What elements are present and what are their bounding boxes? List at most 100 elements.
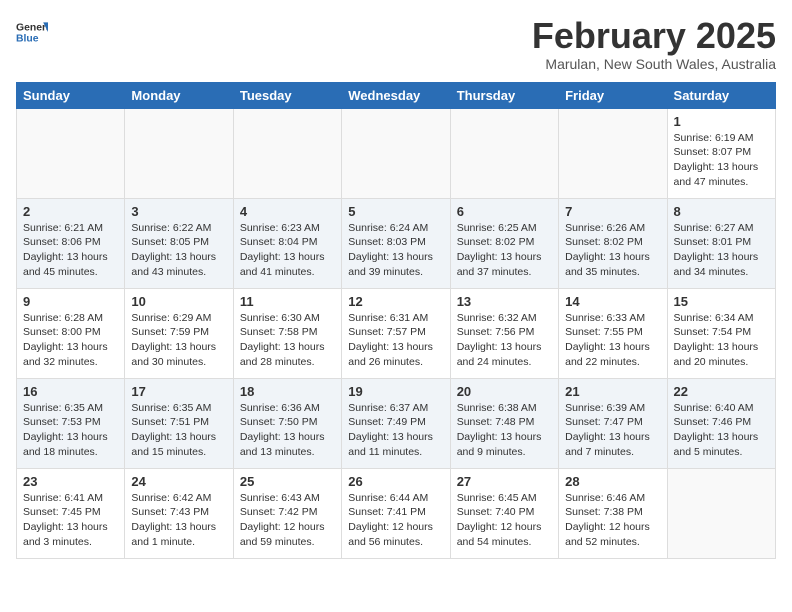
day-number: 5	[348, 204, 443, 219]
day-info: Sunrise: 6:40 AM Sunset: 7:46 PM Dayligh…	[674, 401, 769, 460]
table-row: 2 Sunrise: 6:21 AM Sunset: 8:06 PM Daylig…	[17, 198, 125, 288]
table-row: 23 Sunrise: 6:41 AM Sunset: 7:45 PM Dayli…	[17, 468, 125, 558]
table-row	[342, 108, 450, 198]
day-number: 13	[457, 294, 552, 309]
day-number: 25	[240, 474, 335, 489]
table-row: 24 Sunrise: 6:42 AM Sunset: 7:43 PM Dayli…	[125, 468, 233, 558]
day-info: Sunrise: 6:35 AM Sunset: 7:53 PM Dayligh…	[23, 401, 118, 460]
day-number: 11	[240, 294, 335, 309]
day-info: Sunrise: 6:43 AM Sunset: 7:42 PM Dayligh…	[240, 491, 335, 550]
day-info: Sunrise: 6:37 AM Sunset: 7:49 PM Dayligh…	[348, 401, 443, 460]
day-number: 20	[457, 384, 552, 399]
day-info: Sunrise: 6:23 AM Sunset: 8:04 PM Dayligh…	[240, 221, 335, 280]
day-number: 4	[240, 204, 335, 219]
table-row: 13Sunrise: 6:32 AM Sunset: 7:56 PM Dayli…	[450, 288, 558, 378]
day-info: Sunrise: 6:31 AM Sunset: 7:57 PM Dayligh…	[348, 311, 443, 370]
svg-text:Blue: Blue	[16, 34, 39, 45]
col-header-wednesday: Wednesday	[342, 82, 450, 108]
day-number: 28	[565, 474, 660, 489]
day-info: Sunrise: 6:27 AM Sunset: 8:01 PM Dayligh…	[674, 221, 769, 280]
table-row	[559, 108, 667, 198]
table-row: 22 Sunrise: 6:40 AM Sunset: 7:46 PM Dayli…	[667, 378, 775, 468]
day-info: Sunrise: 6:46 AM Sunset: 7:38 PM Dayligh…	[565, 491, 660, 550]
day-number: 8	[674, 204, 769, 219]
day-number: 9	[23, 294, 118, 309]
table-row: 20 Sunrise: 6:38 AM Sunset: 7:48 PM Dayli…	[450, 378, 558, 468]
day-info: Sunrise: 6:41 AM Sunset: 7:45 PM Dayligh…	[23, 491, 118, 550]
table-row: 1 Sunrise: 6:19 AM Sunset: 8:07 PM Daylig…	[667, 108, 775, 198]
table-row: 17 Sunrise: 6:35 AM Sunset: 7:51 PM Dayli…	[125, 378, 233, 468]
day-info: Sunrise: 6:29 AM Sunset: 7:59 PM Dayligh…	[131, 311, 226, 370]
day-number: 22	[674, 384, 769, 399]
col-header-friday: Friday	[559, 82, 667, 108]
table-row: 19 Sunrise: 6:37 AM Sunset: 7:49 PM Dayli…	[342, 378, 450, 468]
day-number: 12	[348, 294, 443, 309]
table-row	[17, 108, 125, 198]
day-number: 21	[565, 384, 660, 399]
day-info: Sunrise: 6:28 AM Sunset: 8:00 PM Dayligh…	[23, 311, 118, 370]
day-number: 2	[23, 204, 118, 219]
day-number: 23	[23, 474, 118, 489]
table-row: 18Sunrise: 6:36 AM Sunset: 7:50 PM Dayli…	[233, 378, 341, 468]
day-info: Sunrise: 6:30 AM Sunset: 7:58 PM Dayligh…	[240, 311, 335, 370]
table-row: 9 Sunrise: 6:28 AM Sunset: 8:00 PM Daylig…	[17, 288, 125, 378]
table-row: 27 Sunrise: 6:45 AM Sunset: 7:40 PM Dayli…	[450, 468, 558, 558]
col-header-tuesday: Tuesday	[233, 82, 341, 108]
calendar-week-2: 2 Sunrise: 6:21 AM Sunset: 8:06 PM Daylig…	[17, 198, 776, 288]
svg-text:General: General	[16, 22, 48, 33]
table-row: 11 Sunrise: 6:30 AM Sunset: 7:58 PM Dayli…	[233, 288, 341, 378]
table-row: 7 Sunrise: 6:26 AM Sunset: 8:02 PM Daylig…	[559, 198, 667, 288]
table-row: 4 Sunrise: 6:23 AM Sunset: 8:04 PM Daylig…	[233, 198, 341, 288]
table-row: 25 Sunrise: 6:43 AM Sunset: 7:42 PM Dayli…	[233, 468, 341, 558]
day-info: Sunrise: 6:24 AM Sunset: 8:03 PM Dayligh…	[348, 221, 443, 280]
day-info: Sunrise: 6:35 AM Sunset: 7:51 PM Dayligh…	[131, 401, 226, 460]
day-number: 15	[674, 294, 769, 309]
table-row: 10 Sunrise: 6:29 AM Sunset: 7:59 PM Dayli…	[125, 288, 233, 378]
col-header-thursday: Thursday	[450, 82, 558, 108]
table-row: 16Sunrise: 6:35 AM Sunset: 7:53 PM Dayli…	[17, 378, 125, 468]
day-number: 24	[131, 474, 226, 489]
table-row	[125, 108, 233, 198]
month-year-title: February 2025	[532, 16, 776, 56]
calendar-week-4: 16Sunrise: 6:35 AM Sunset: 7:53 PM Dayli…	[17, 378, 776, 468]
calendar-week-5: 23 Sunrise: 6:41 AM Sunset: 7:45 PM Dayli…	[17, 468, 776, 558]
table-row: 3Sunrise: 6:22 AM Sunset: 8:05 PM Daylig…	[125, 198, 233, 288]
day-number: 7	[565, 204, 660, 219]
col-header-monday: Monday	[125, 82, 233, 108]
day-info: Sunrise: 6:42 AM Sunset: 7:43 PM Dayligh…	[131, 491, 226, 550]
col-header-sunday: Sunday	[17, 82, 125, 108]
day-info: Sunrise: 6:33 AM Sunset: 7:55 PM Dayligh…	[565, 311, 660, 370]
day-info: Sunrise: 6:25 AM Sunset: 8:02 PM Dayligh…	[457, 221, 552, 280]
calendar-week-3: 9 Sunrise: 6:28 AM Sunset: 8:00 PM Daylig…	[17, 288, 776, 378]
table-row	[667, 468, 775, 558]
calendar-header-row: SundayMondayTuesdayWednesdayThursdayFrid…	[17, 82, 776, 108]
day-info: Sunrise: 6:19 AM Sunset: 8:07 PM Dayligh…	[674, 131, 769, 190]
day-number: 10	[131, 294, 226, 309]
logo: General Blue	[16, 16, 48, 48]
day-number: 19	[348, 384, 443, 399]
day-number: 1	[674, 114, 769, 129]
table-row: 6 Sunrise: 6:25 AM Sunset: 8:02 PM Daylig…	[450, 198, 558, 288]
day-info: Sunrise: 6:39 AM Sunset: 7:47 PM Dayligh…	[565, 401, 660, 460]
day-info: Sunrise: 6:21 AM Sunset: 8:06 PM Dayligh…	[23, 221, 118, 280]
table-row: 14 Sunrise: 6:33 AM Sunset: 7:55 PM Dayli…	[559, 288, 667, 378]
table-row	[450, 108, 558, 198]
day-info: Sunrise: 6:38 AM Sunset: 7:48 PM Dayligh…	[457, 401, 552, 460]
day-number: 14	[565, 294, 660, 309]
day-number: 6	[457, 204, 552, 219]
table-row: 15 Sunrise: 6:34 AM Sunset: 7:54 PM Dayli…	[667, 288, 775, 378]
day-info: Sunrise: 6:44 AM Sunset: 7:41 PM Dayligh…	[348, 491, 443, 550]
day-info: Sunrise: 6:36 AM Sunset: 7:50 PM Dayligh…	[240, 401, 335, 460]
day-info: Sunrise: 6:45 AM Sunset: 7:40 PM Dayligh…	[457, 491, 552, 550]
day-number: 26	[348, 474, 443, 489]
table-row: 12 Sunrise: 6:31 AM Sunset: 7:57 PM Dayli…	[342, 288, 450, 378]
day-info: Sunrise: 6:34 AM Sunset: 7:54 PM Dayligh…	[674, 311, 769, 370]
logo-icon: General Blue	[16, 16, 48, 48]
day-number: 17	[131, 384, 226, 399]
day-info: Sunrise: 6:26 AM Sunset: 8:02 PM Dayligh…	[565, 221, 660, 280]
page-header: General Blue February 2025 Marulan, New …	[16, 16, 776, 72]
title-block: February 2025 Marulan, New South Wales, …	[532, 16, 776, 72]
table-row: 5 Sunrise: 6:24 AM Sunset: 8:03 PM Daylig…	[342, 198, 450, 288]
table-row: 8 Sunrise: 6:27 AM Sunset: 8:01 PM Daylig…	[667, 198, 775, 288]
day-number: 27	[457, 474, 552, 489]
